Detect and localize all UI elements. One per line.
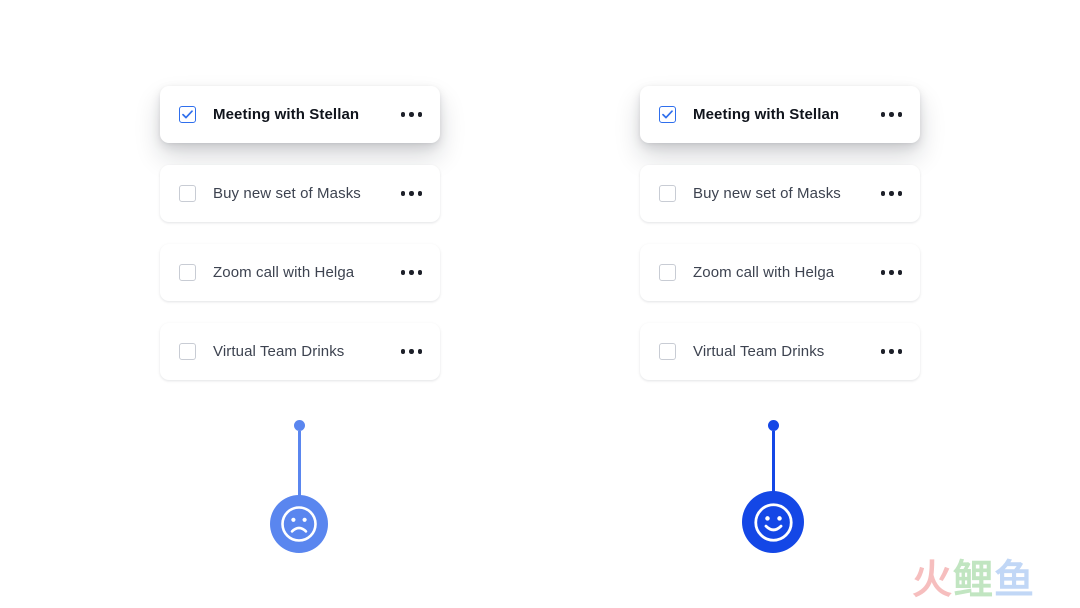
- task-card[interactable]: Virtual Team Drinks: [160, 323, 440, 380]
- task-label: Buy new set of Masks: [213, 185, 361, 202]
- task-label: Meeting with Stellan: [693, 106, 840, 123]
- task-label: Zoom call with Helga: [693, 264, 835, 281]
- mood-knob-icon: [767, 420, 779, 431]
- task-card[interactable]: Meeting with Stellan: [640, 86, 920, 143]
- more-horizontal-icon[interactable]: [393, 106, 422, 123]
- task-label: Virtual Team Drinks: [693, 343, 825, 360]
- more-horizontal-icon[interactable]: [873, 106, 902, 123]
- task-list-right: Meeting with Stellan Buy new set of Mask…: [640, 86, 920, 402]
- task-label: Virtual Team Drinks: [213, 343, 345, 360]
- task-checkbox-checked[interactable]: [659, 106, 676, 123]
- task-label: Zoom call with Helga: [213, 264, 355, 281]
- more-horizontal-icon[interactable]: [393, 264, 422, 281]
- happy-face-icon: [742, 491, 804, 553]
- mood-knob-icon: [293, 420, 305, 431]
- task-card[interactable]: Virtual Team Drinks: [640, 323, 920, 380]
- task-checkbox-unchecked[interactable]: [179, 185, 196, 202]
- watermark-char-2: 鲤: [953, 557, 994, 603]
- task-card[interactable]: Zoom call with Helga: [640, 244, 920, 301]
- task-card[interactable]: Zoom call with Helga: [160, 244, 440, 301]
- task-card[interactable]: Meeting with Stellan: [160, 86, 440, 143]
- app-canvas: Meeting with Stellan Buy new set of Mask…: [0, 0, 1080, 608]
- watermark-char-1: 火: [912, 557, 953, 603]
- task-label: Meeting with Stellan: [213, 106, 360, 123]
- task-checkbox-checked[interactable]: [179, 106, 196, 123]
- mood-stem: [297, 431, 301, 497]
- more-horizontal-icon[interactable]: [393, 185, 422, 202]
- task-checkbox-unchecked[interactable]: [659, 185, 676, 202]
- task-checkbox-unchecked[interactable]: [179, 264, 196, 281]
- task-card[interactable]: Buy new set of Masks: [640, 165, 920, 222]
- task-label: Buy new set of Masks: [693, 185, 841, 202]
- task-list-left: Meeting with Stellan Buy new set of Mask…: [160, 86, 440, 402]
- more-horizontal-icon[interactable]: [873, 185, 902, 202]
- mood-stem: [771, 431, 775, 493]
- more-horizontal-icon[interactable]: [873, 343, 902, 360]
- more-horizontal-icon[interactable]: [393, 343, 422, 360]
- task-checkbox-unchecked[interactable]: [179, 343, 196, 360]
- watermark-char-3: 鱼: [994, 557, 1035, 603]
- task-card[interactable]: Buy new set of Masks: [160, 165, 440, 222]
- mood-indicator-sad[interactable]: [270, 420, 328, 553]
- mood-indicator-happy[interactable]: [742, 420, 804, 553]
- task-checkbox-unchecked[interactable]: [659, 264, 676, 281]
- task-checkbox-unchecked[interactable]: [659, 343, 676, 360]
- watermark-logo: 火鲤鱼: [912, 558, 1035, 602]
- sad-face-icon: [270, 495, 328, 553]
- more-horizontal-icon[interactable]: [873, 264, 902, 281]
